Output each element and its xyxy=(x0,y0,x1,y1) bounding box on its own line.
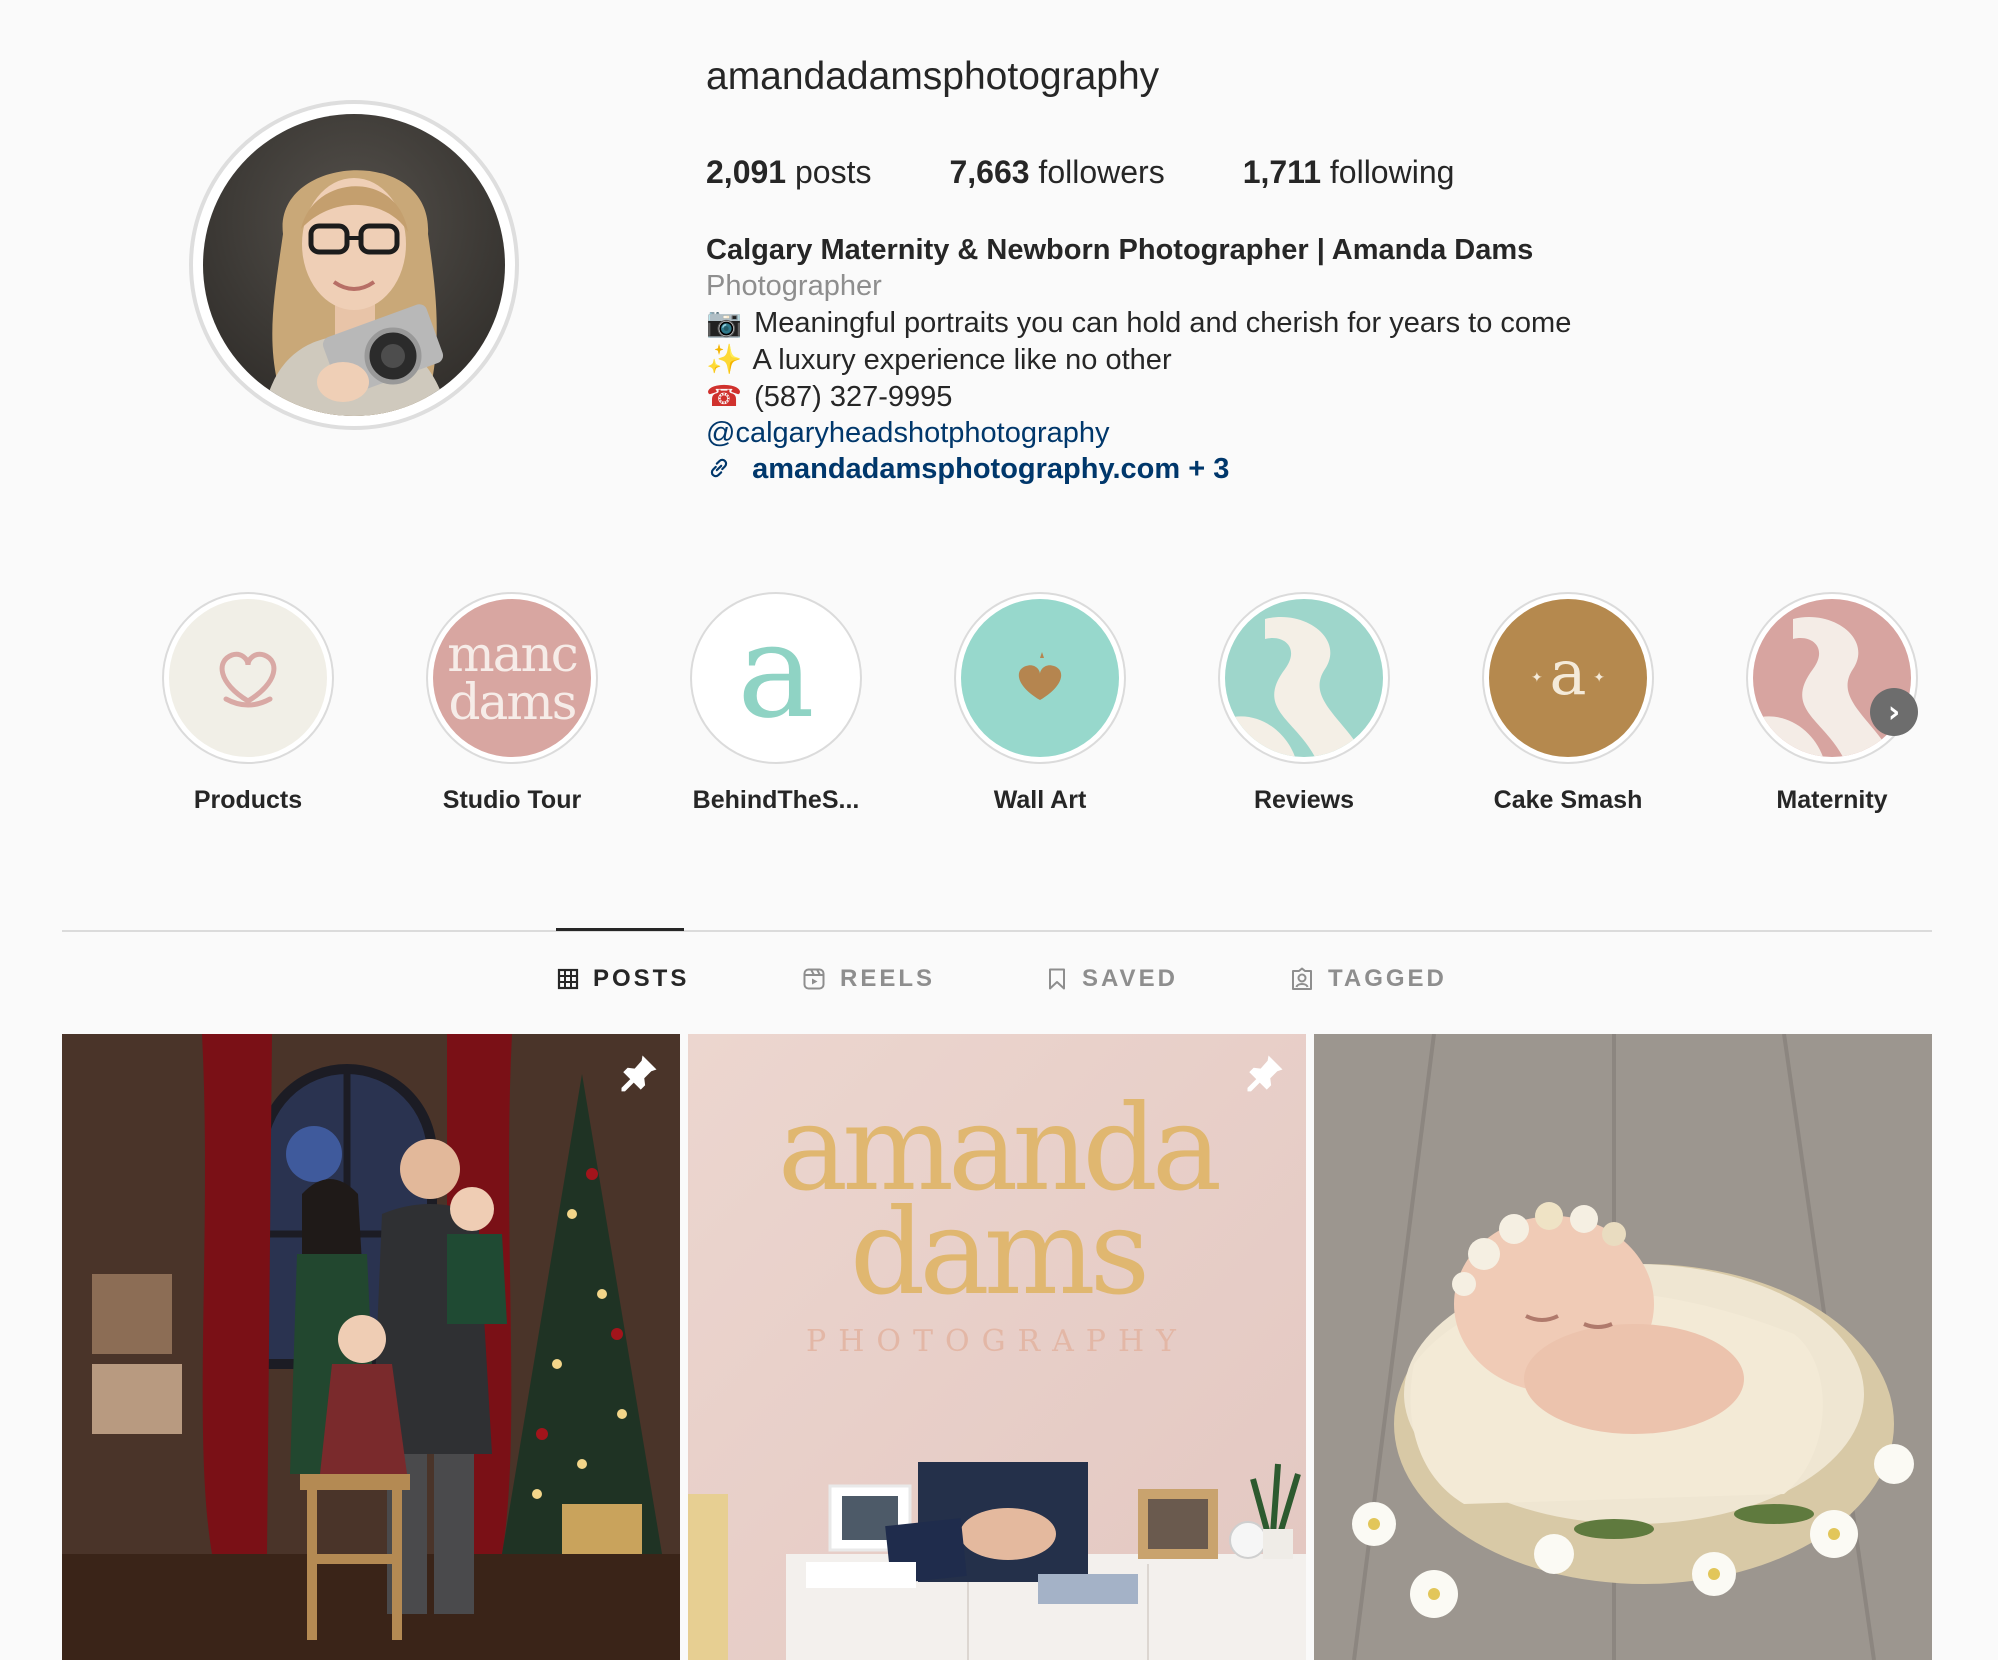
highlight-cover: manc dams xyxy=(433,599,591,757)
bio-line-text: A luxury experience like no other xyxy=(752,344,1172,376)
letter-a-icon: a xyxy=(1549,636,1587,709)
following-label[interactable]: following xyxy=(1330,154,1455,190)
tab-label: REELS xyxy=(840,965,936,992)
logo-text-icon: manc dams xyxy=(447,625,578,731)
highlight-cover xyxy=(1225,599,1383,757)
bio-line-text: (587) 327-9995 xyxy=(754,381,953,413)
heart-outline-icon xyxy=(219,651,277,708)
profile-avatar-ring[interactable] xyxy=(189,100,519,430)
telephone-icon: ☎ xyxy=(706,379,743,413)
profile-username: amandadamsphotography xyxy=(706,55,1160,98)
profile-stats: 2,091 posts 7,663 followers 1,711 follow… xyxy=(706,154,1454,191)
highlight-wall-art[interactable]: Wall Art xyxy=(940,592,1140,815)
highlight-reviews[interactable]: Reviews xyxy=(1204,592,1404,815)
following-count[interactable]: 1,711 xyxy=(1243,154,1321,190)
highlight-label: Reviews xyxy=(1253,786,1355,814)
bio-line: ☎ (587) 327-9995 xyxy=(706,378,1571,415)
highlight-ring[interactable]: manc dams xyxy=(426,592,598,764)
active-tab-indicator xyxy=(556,928,684,931)
highlight-ring[interactable] xyxy=(162,592,334,764)
highlight-studio-tour[interactable]: manc dams Studio Tour xyxy=(412,592,612,815)
bio-category: Photographer xyxy=(706,270,882,302)
following-stat[interactable]: 1,711 following xyxy=(1243,154,1455,191)
pinned-icon xyxy=(621,1055,657,1092)
reels-icon xyxy=(803,968,825,990)
post-image-family-christmas xyxy=(62,1034,680,1660)
highlight-ring[interactable]: a xyxy=(690,592,862,764)
heart-filled-icon xyxy=(1018,652,1062,700)
bio-line-text: Meaningful portraits you can hold and ch… xyxy=(754,307,1572,339)
highlight-cover xyxy=(169,599,327,757)
highlight-label: BehindTheS... xyxy=(692,786,860,814)
tagged-icon xyxy=(1292,967,1312,990)
highlight-ring[interactable] xyxy=(1218,592,1390,764)
bio-mention-link[interactable]: @calgaryheadshotphotography xyxy=(706,415,1571,451)
highlight-ring[interactable] xyxy=(1746,592,1918,764)
highlight-cake-smash[interactable]: ✦ a ✦ Cake Smash xyxy=(1468,592,1668,815)
highlights-next-button[interactable]: › xyxy=(1870,688,1918,736)
pinned-icon xyxy=(1247,1055,1283,1092)
posts-grid: amanda dams PHOTOGRAPHY xyxy=(62,1034,1932,1660)
highlight-label: Maternity xyxy=(1776,786,1888,814)
letter-a-icon: a xyxy=(737,599,815,747)
post-thumbnail[interactable]: amanda dams PHOTOGRAPHY xyxy=(688,1034,1306,1660)
story-highlights: Products manc dams Studio Tour a BehindT… xyxy=(148,592,1928,832)
studio-wall-logo: amanda dams PHOTOGRAPHY xyxy=(688,1089,1306,1359)
posts-label: posts xyxy=(794,154,872,190)
tab-tagged[interactable]: TAGGED xyxy=(1290,965,1447,993)
followers-label[interactable]: followers xyxy=(1038,154,1164,190)
highlight-products[interactable]: Products xyxy=(148,592,348,815)
followers-stat[interactable]: 7,663 followers xyxy=(949,154,1164,191)
bio-line: ✨ A luxury experience like no other xyxy=(706,341,1571,378)
tab-label: SAVED xyxy=(1082,965,1178,992)
highlight-behind-the-scenes[interactable]: a BehindTheS... xyxy=(676,592,876,815)
posts-stat: 2,091 posts xyxy=(706,154,871,191)
highlight-label: Products xyxy=(193,786,303,814)
link-icon xyxy=(706,451,744,487)
sparkle-left-icon: ✦ xyxy=(1531,669,1543,685)
bio-name: Calgary Maternity & Newborn Photographer… xyxy=(706,234,1534,266)
bio-website-link[interactable]: amandadamsphotography.com + 3 xyxy=(752,453,1229,485)
highlight-label: Studio Tour xyxy=(442,786,582,814)
post-image-newborn xyxy=(1314,1034,1932,1660)
posts-count: 2,091 xyxy=(706,154,787,190)
camera-icon: 📷 xyxy=(706,305,743,339)
avatar xyxy=(203,114,505,416)
post-thumbnail[interactable] xyxy=(62,1034,680,1660)
highlight-cover xyxy=(961,599,1119,757)
tab-posts[interactable]: POSTS xyxy=(557,965,689,993)
chevron-right-icon: › xyxy=(1887,694,1901,730)
logo-swirl-icon xyxy=(1225,617,1365,757)
highlight-ring[interactable]: ✦ a ✦ xyxy=(1482,592,1654,764)
profile-tabs: POSTS REELS SAVED TAGGED xyxy=(0,965,1998,1005)
bio-website-row[interactable]: amandadamsphotography.com + 3 xyxy=(706,451,1571,487)
highlight-label: Cake Smash xyxy=(1493,786,1643,814)
sparkle-right-icon: ✦ xyxy=(1593,669,1605,685)
tabs-divider xyxy=(62,930,1932,932)
tab-reels[interactable]: REELS xyxy=(802,965,935,993)
highlight-cover: a xyxy=(697,599,855,757)
bookmark-icon xyxy=(1049,968,1065,990)
tab-label: TAGGED xyxy=(1328,965,1447,992)
highlight-cover: ✦ a ✦ xyxy=(1489,599,1647,757)
grid-icon xyxy=(557,968,579,990)
post-thumbnail[interactable] xyxy=(1314,1034,1932,1660)
bio-line: 📷 Meaningful portraits you can hold and … xyxy=(706,304,1571,341)
highlight-label: Wall Art xyxy=(993,786,1087,814)
logo-subtitle: PHOTOGRAPHY xyxy=(806,1324,1188,1359)
tab-label: POSTS xyxy=(593,965,690,992)
highlight-ring[interactable] xyxy=(954,592,1126,764)
profile-photo xyxy=(263,170,448,416)
profile-bio: Calgary Maternity & Newborn Photographer… xyxy=(706,232,1571,487)
followers-count[interactable]: 7,663 xyxy=(949,154,1029,190)
sparkles-icon: ✨ xyxy=(706,342,743,376)
tab-saved[interactable]: SAVED xyxy=(1046,965,1178,993)
